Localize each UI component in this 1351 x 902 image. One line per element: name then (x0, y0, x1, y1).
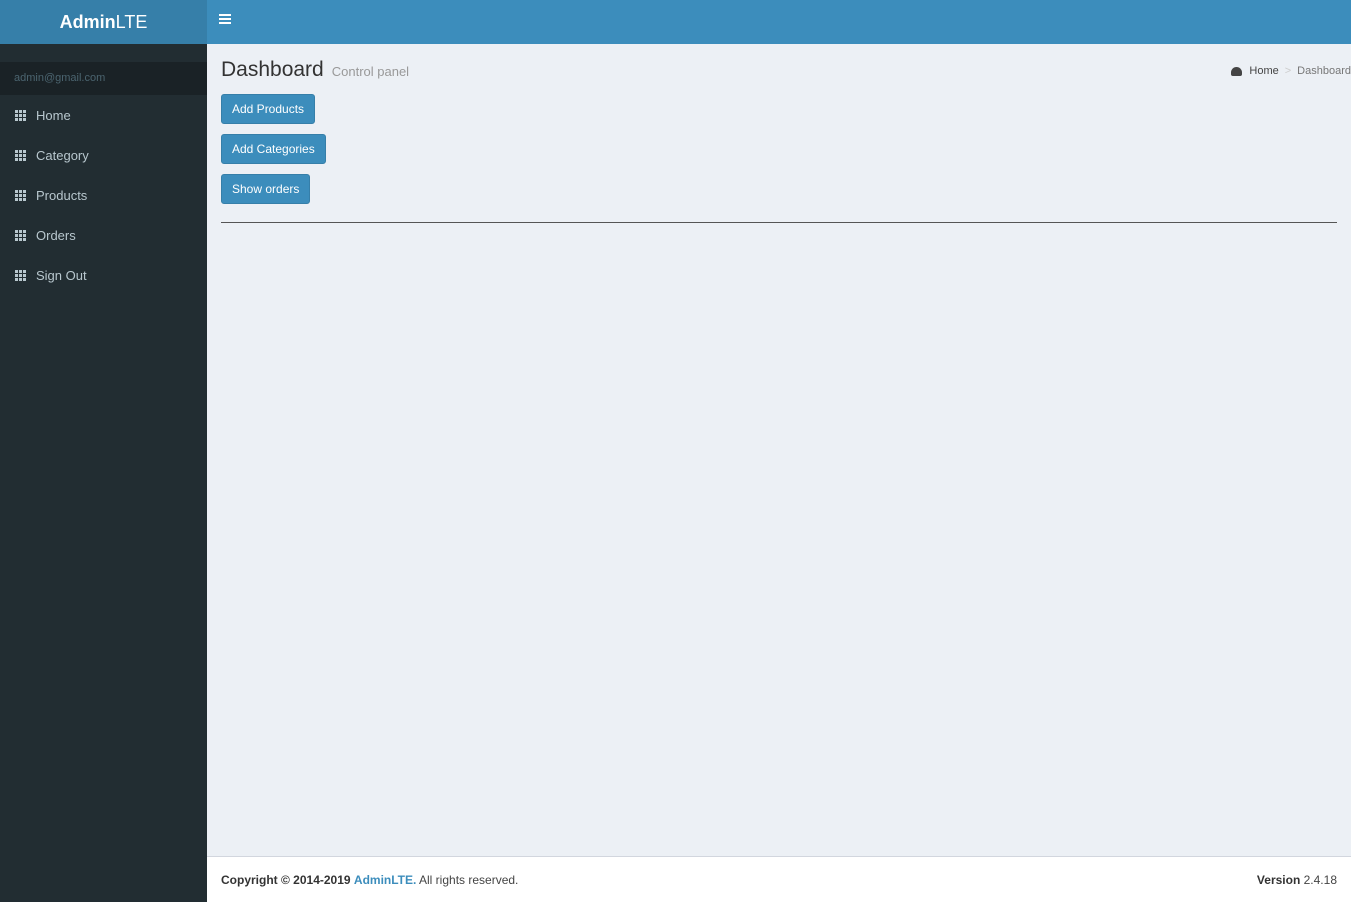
divider (221, 222, 1337, 223)
sidebar-item-category[interactable]: Category (0, 135, 207, 175)
logo-bold: Admin (59, 11, 116, 32)
version: Version 2.4.18 (1257, 873, 1337, 887)
main-content: Dashboard Control panel Home > Dashboard… (207, 44, 1351, 856)
show-orders-button[interactable]: Show orders (221, 174, 311, 204)
rights-text: All rights reserved. (419, 872, 519, 887)
page-subtitle: Control panel (331, 64, 410, 79)
sidebar-item-home[interactable]: Home (0, 95, 207, 135)
app-logo[interactable]: Admin LTE (0, 0, 207, 44)
th-grid-icon (15, 109, 28, 121)
breadcrumb: Home > Dashboard (1231, 65, 1351, 77)
dashboard-icon (1231, 66, 1243, 76)
breadcrumb-home[interactable]: Home (1249, 65, 1278, 77)
copyright-text: Copyright © 2014-2019 (221, 872, 351, 887)
breadcrumb-separator: > (1284, 65, 1292, 77)
sidebar: admin@gmail.com Home Category Products O… (0, 44, 207, 902)
logo-light: LTE (115, 11, 148, 32)
add-categories-button[interactable]: Add Categories (221, 134, 326, 164)
th-grid-icon (15, 189, 28, 201)
sidebar-item-label: Orders (36, 227, 76, 243)
content-header: Dashboard Control panel (221, 44, 1337, 94)
sidebar-item-products[interactable]: Products (0, 175, 207, 215)
sidebar-item-label: Category (36, 147, 89, 163)
breadcrumb-current: Dashboard (1297, 65, 1351, 77)
th-grid-icon (15, 269, 28, 281)
sidebar-toggle-hamburger-icon[interactable] (219, 14, 233, 28)
th-grid-icon (15, 229, 28, 241)
sidebar-item-sign-out[interactable]: Sign Out (0, 255, 207, 295)
add-products-button[interactable]: Add Products (221, 94, 316, 124)
page-title: Dashboard (221, 58, 324, 81)
sidebar-item-label: Sign Out (36, 267, 87, 283)
footer: Copyright © 2014-2019 AdminLTE. All righ… (207, 856, 1351, 902)
user-email: admin@gmail.com (0, 62, 207, 95)
sidebar-item-orders[interactable]: Orders (0, 215, 207, 255)
sidebar-item-label: Home (36, 107, 71, 123)
th-grid-icon (15, 149, 28, 161)
footer-brand-link[interactable]: AdminLTE. (354, 873, 416, 887)
top-navbar (207, 0, 1351, 44)
version-label: Version (1256, 872, 1301, 887)
sidebar-item-label: Products (36, 187, 88, 203)
version-number: 2.4.18 (1303, 872, 1337, 887)
copyright: Copyright © 2014-2019 AdminLTE. All righ… (221, 873, 518, 887)
